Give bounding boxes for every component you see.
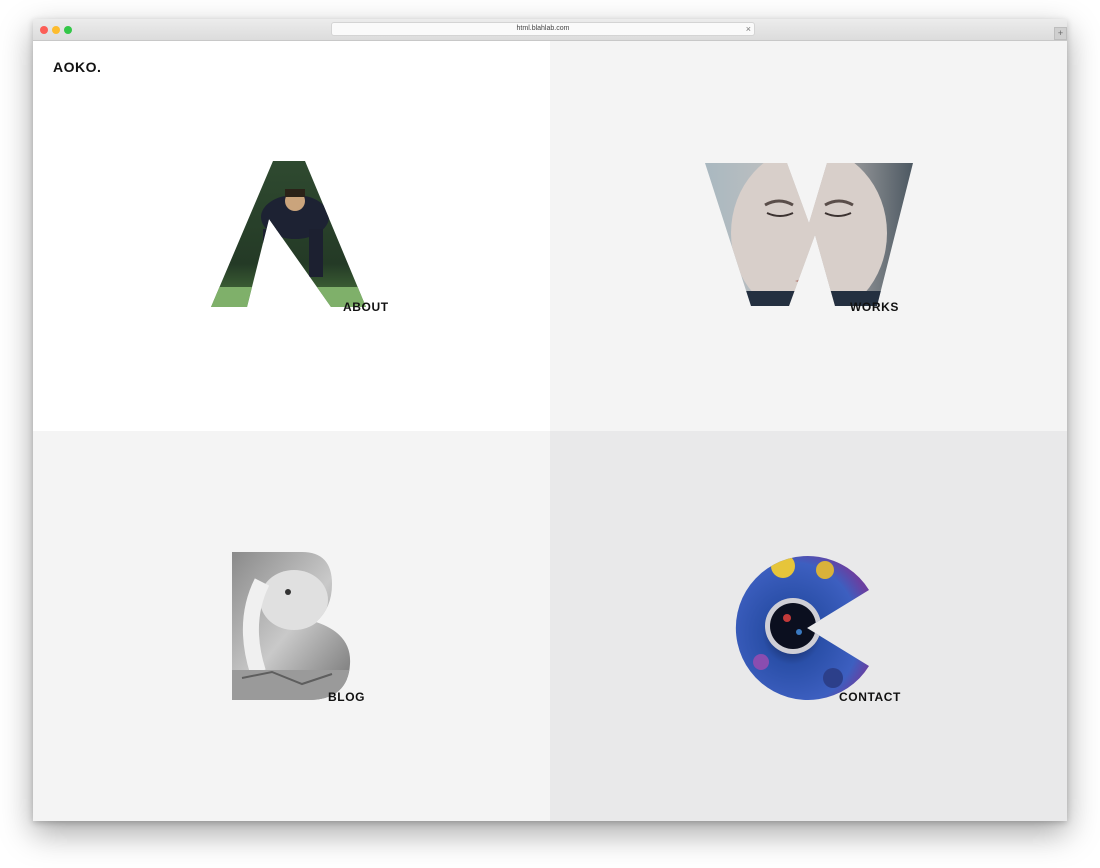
contact-letter-c-image xyxy=(735,555,870,700)
contact-link[interactable]: CONTACT xyxy=(839,690,901,704)
blog-letter-b-image xyxy=(232,552,351,700)
new-tab-button[interactable]: + xyxy=(1054,27,1067,40)
about-link[interactable]: ABOUT xyxy=(343,300,389,314)
about-letter-a-image xyxy=(211,161,366,307)
close-icon[interactable]: × xyxy=(746,23,751,35)
browser-window: html.blahlab.com × + ABOUT WORKS BLOG CO… xyxy=(33,19,1067,821)
blog-link[interactable]: BLOG xyxy=(328,690,365,704)
address-bar-url: html.blahlab.com xyxy=(516,25,570,32)
minimize-window-button[interactable] xyxy=(52,26,60,34)
works-letter-w-image xyxy=(705,163,913,306)
works-panel[interactable]: WORKS xyxy=(550,41,1067,431)
blog-panel[interactable]: BLOG xyxy=(33,431,550,821)
close-window-button[interactable] xyxy=(40,26,48,34)
maximize-window-button[interactable] xyxy=(64,26,72,34)
works-link[interactable]: WORKS xyxy=(850,300,899,314)
address-bar[interactable]: html.blahlab.com × xyxy=(331,22,755,36)
page-content: ABOUT WORKS BLOG CONTACT AOKO. xyxy=(33,41,1067,821)
site-logo[interactable]: AOKO. xyxy=(53,59,101,75)
contact-panel[interactable]: CONTACT xyxy=(550,431,1067,821)
browser-titlebar: html.blahlab.com × + xyxy=(33,19,1067,41)
about-panel[interactable]: ABOUT xyxy=(33,41,550,431)
